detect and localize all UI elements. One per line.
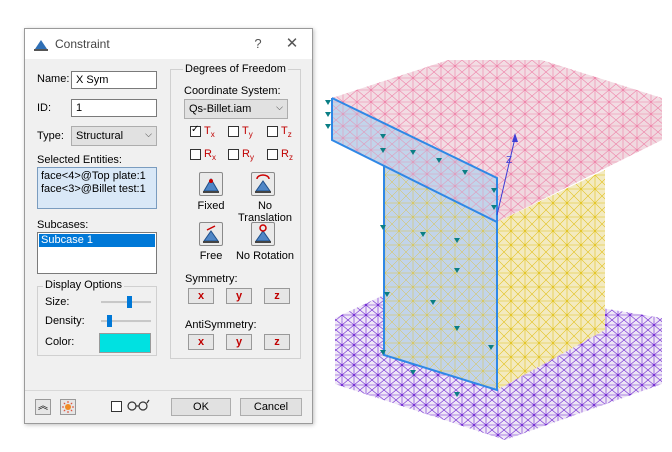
constraint-marker xyxy=(325,112,331,117)
constraint-dialog: Constraint ? ✕ Name: X Sym ID: 1 Type: S… xyxy=(24,28,313,424)
ry-label: Ry xyxy=(242,148,254,163)
list-item[interactable]: face<4>@Top plate:1 xyxy=(41,170,153,183)
double-chevron-up-icon: ︽ xyxy=(38,401,48,412)
rx-label: Rx xyxy=(204,148,216,163)
chevron-down-icon: ⌵ xyxy=(145,129,152,139)
ok-button[interactable]: OK xyxy=(171,398,231,416)
antisymmetry-z-button[interactable]: z xyxy=(264,334,290,350)
title-bar[interactable]: Constraint ? ✕ xyxy=(25,29,312,59)
collapse-button[interactable]: ︽ xyxy=(35,399,51,415)
antisymmetry-label: AntiSymmetry: xyxy=(185,319,257,331)
ty-label: Ty xyxy=(242,125,253,140)
axis-label: Z xyxy=(506,155,512,166)
ry-checkbox[interactable] xyxy=(228,149,239,160)
subcases-list[interactable]: Subcase 1 xyxy=(37,232,157,274)
free-button[interactable] xyxy=(199,222,223,246)
no-translation-icon xyxy=(255,174,271,193)
antisymmetry-y-button[interactable]: y xyxy=(226,334,252,350)
model-viewport[interactable]: Z xyxy=(322,60,668,446)
dialog-title: Constraint xyxy=(55,37,110,51)
dof-title: Degrees of Freedom xyxy=(183,63,288,75)
fixed-icon xyxy=(203,178,219,193)
name-field[interactable]: X Sym xyxy=(71,71,157,89)
density-slider-thumb[interactable] xyxy=(106,315,112,327)
symmetry-y-button[interactable]: y xyxy=(226,288,252,304)
free-icon xyxy=(203,225,219,243)
symmetry-label: Symmetry: xyxy=(185,273,238,285)
chevron-down-icon: ⌵ xyxy=(276,102,283,112)
tx-label: Tx xyxy=(204,125,215,140)
size-label: Size: xyxy=(45,296,70,308)
size-slider-thumb[interactable] xyxy=(126,296,132,308)
constraint-marker xyxy=(325,124,331,129)
no-translation-label: No Translation xyxy=(237,200,292,224)
ty-checkbox[interactable] xyxy=(228,126,239,137)
glasses-icon xyxy=(126,398,150,415)
display-options-title: Display Options xyxy=(43,279,125,291)
sunburst-icon xyxy=(62,401,74,413)
cancel-button[interactable]: Cancel xyxy=(240,398,302,416)
selected-entities-list[interactable]: face<4>@Top plate:1 face<3>@Billet test:… xyxy=(37,167,157,209)
coordinate-system-value: Qs-Billet.iam xyxy=(189,103,252,115)
type-label: Type: xyxy=(37,130,64,142)
free-label: Free xyxy=(199,250,223,262)
type-value: Structural xyxy=(76,130,124,142)
tz-label: Tz xyxy=(281,125,292,140)
display-color-button[interactable] xyxy=(60,399,76,415)
no-rotation-label: No Rotation xyxy=(235,250,295,262)
color-swatch[interactable] xyxy=(99,333,151,353)
fixed-button[interactable] xyxy=(199,172,223,196)
divider xyxy=(25,390,312,391)
no-rotation-button[interactable] xyxy=(251,222,275,246)
rz-checkbox[interactable] xyxy=(267,149,278,160)
rx-checkbox[interactable] xyxy=(190,149,201,160)
type-select[interactable]: Structural ⌵ xyxy=(71,126,157,146)
selected-entities-label: Selected Entities: xyxy=(37,154,122,166)
id-label: ID: xyxy=(37,102,52,114)
coordinate-system-label: Coordinate System: xyxy=(184,85,281,97)
subcases-label: Subcases: xyxy=(37,219,89,231)
id-field[interactable]: 1 xyxy=(71,99,157,117)
constraint-icon xyxy=(33,37,49,51)
name-label: Name: xyxy=(37,73,70,85)
antisymmetry-x-button[interactable]: x xyxy=(188,334,214,350)
symmetry-x-button[interactable]: x xyxy=(188,288,214,304)
no-rotation-icon xyxy=(255,224,271,243)
rz-label: Rz xyxy=(281,148,293,163)
list-item[interactable]: Subcase 1 xyxy=(39,234,155,247)
density-label: Density: xyxy=(45,315,85,327)
tz-checkbox[interactable] xyxy=(267,126,278,137)
constraint-marker xyxy=(325,100,331,105)
top-plate[interactable] xyxy=(331,60,662,224)
symmetry-z-button[interactable]: z xyxy=(264,288,290,304)
help-button[interactable]: ? xyxy=(249,35,267,53)
list-item[interactable]: face<3>@Billet test:1 xyxy=(41,183,153,196)
color-label: Color: xyxy=(45,336,75,348)
no-translation-button[interactable] xyxy=(251,172,275,196)
preview-checkbox[interactable] xyxy=(111,401,122,412)
tx-checkbox[interactable] xyxy=(190,124,201,137)
coordinate-system-select[interactable]: Qs-Billet.iam ⌵ xyxy=(184,99,288,119)
fixed-label: Fixed xyxy=(197,200,225,212)
close-button[interactable]: ✕ xyxy=(283,35,301,53)
